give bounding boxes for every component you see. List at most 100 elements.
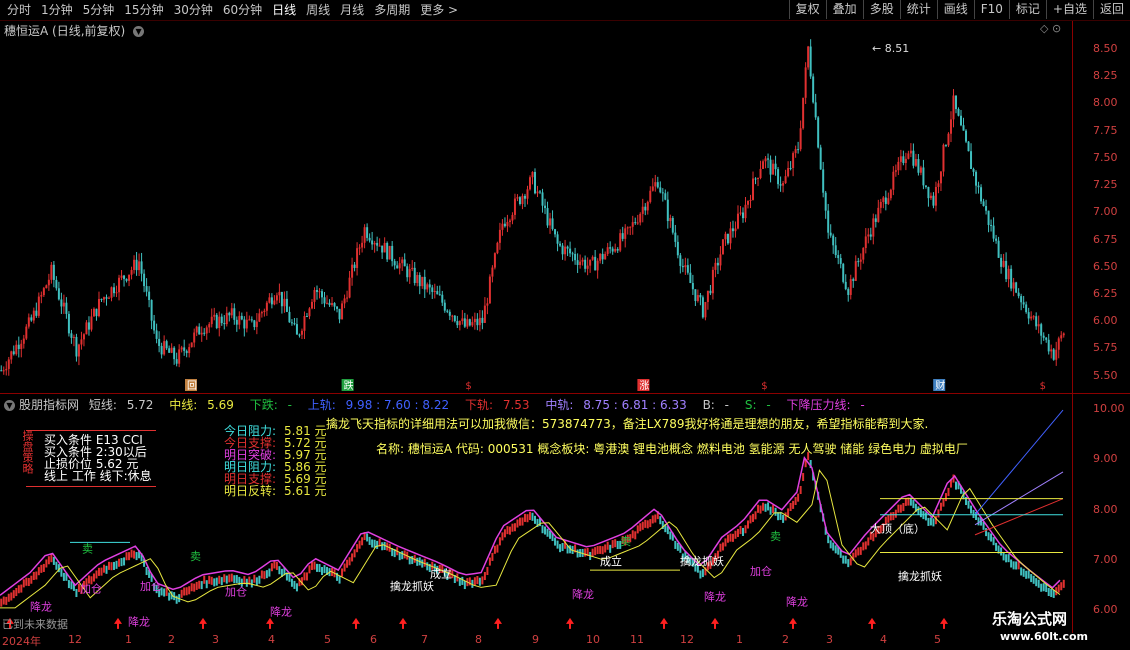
- candle-body: [721, 239, 724, 255]
- period-tab[interactable]: 多周期: [369, 2, 415, 18]
- candle-body: [386, 242, 389, 260]
- candle-body: [115, 292, 118, 294]
- toolbar-button[interactable]: 多股: [862, 0, 900, 19]
- axis-divider: [1072, 21, 1073, 633]
- indicator-tick: 8.00: [1093, 502, 1118, 516]
- candle-body: [912, 150, 915, 166]
- candle-body: [982, 201, 985, 207]
- candle-body: [929, 195, 932, 199]
- candle-body: [1000, 257, 1003, 267]
- candle-body: [917, 159, 920, 173]
- candle-body: [138, 261, 141, 271]
- price-chart[interactable]: ← 8.51← 5.12回跌$涨$财$: [0, 36, 1072, 392]
- indicator-annotation: 加仓: [750, 564, 772, 578]
- candle-body: [268, 297, 271, 303]
- signal-label: 跌: [344, 379, 354, 392]
- candle-body: [108, 297, 111, 299]
- candle-body: [130, 269, 133, 275]
- period-tab[interactable]: 5分钟: [78, 2, 120, 18]
- chart-options-icons[interactable]: ◇ ⊙: [1040, 22, 1061, 35]
- candle-body: [318, 291, 321, 293]
- candle-body: [1042, 335, 1045, 338]
- candle-body: [764, 158, 767, 162]
- candle-body: [546, 208, 549, 226]
- candle-body: [310, 301, 313, 309]
- toolbar-button[interactable]: 复权: [788, 0, 826, 19]
- candle-body: [27, 317, 30, 327]
- price-tick: 6.50: [1093, 259, 1118, 273]
- indicator-annotation: 降龙: [128, 614, 150, 628]
- candle-body: [884, 197, 887, 204]
- candle-body: [300, 330, 303, 335]
- candle-body: [544, 205, 547, 209]
- candle-body: [516, 197, 519, 199]
- signal-marker: 回: [185, 379, 197, 392]
- period-tab[interactable]: 分时: [2, 2, 36, 18]
- period-tab[interactable]: 日线: [267, 2, 301, 18]
- candle-body: [992, 225, 995, 239]
- candle-body: [471, 322, 474, 326]
- candle-body: [406, 266, 409, 278]
- candle-body: [1007, 268, 1010, 280]
- candle-body: [1022, 302, 1025, 305]
- candle-body: [273, 300, 276, 305]
- signal-marker: $: [465, 381, 471, 392]
- candle-body: [315, 290, 318, 292]
- toolbar-button[interactable]: 画线: [936, 0, 974, 19]
- candle-body: [726, 233, 729, 244]
- candle-body: [60, 299, 63, 307]
- candle-body: [706, 290, 709, 303]
- candle-body: [5, 368, 8, 371]
- candle-body: [528, 177, 531, 190]
- candle-body: [506, 221, 509, 227]
- toolbar-button[interactable]: +自选: [1045, 0, 1093, 19]
- period-tab[interactable]: 15分钟: [119, 2, 168, 18]
- candle-body: [30, 317, 33, 321]
- period-tab[interactable]: 60分钟: [218, 2, 267, 18]
- candle-body: [872, 218, 875, 237]
- candle-body: [659, 187, 662, 193]
- toolbar-button[interactable]: 统计: [899, 0, 937, 19]
- indicator-tick: 9.00: [1093, 452, 1118, 466]
- price-axis: 8.50 8.25 8.00 7.75 7.50 7.25 7.00 6.75 6.50 6.25…: [1075, 36, 1130, 392]
- candle-body: [539, 191, 542, 193]
- candle-body: [987, 210, 990, 225]
- candle-body: [704, 302, 707, 318]
- toolbar-button[interactable]: 标记: [1008, 0, 1046, 19]
- date-tick: 1: [125, 633, 132, 646]
- toolbar-button[interactable]: 返回: [1092, 0, 1130, 19]
- candle-body: [148, 291, 151, 301]
- period-tab[interactable]: 1分钟: [36, 2, 78, 18]
- period-tab[interactable]: 周线: [301, 2, 335, 18]
- indicator-chart[interactable]: 降龙降龙降龙降龙 降龙降龙加仓 加仓 加仓加仓擒龙抓妖擒龙抓妖擒龙抓妖成立成立大顶（底…: [0, 394, 1072, 633]
- candle-body: [47, 279, 50, 286]
- candle-body: [278, 291, 281, 296]
- candle-body: [441, 294, 444, 303]
- price-tick: 6.25: [1093, 287, 1118, 301]
- candle-body: [0, 370, 3, 372]
- candle-body: [666, 199, 669, 222]
- indicator-annotation: 降龙: [704, 589, 726, 603]
- candle-body: [782, 183, 785, 186]
- toolbar-button[interactable]: F10: [973, 0, 1009, 19]
- candle-body: [193, 332, 196, 343]
- candle-body: [361, 242, 364, 248]
- period-tab[interactable]: 月线: [335, 2, 369, 18]
- candle-body: [631, 222, 634, 227]
- period-tab[interactable]: 更多 >: [415, 2, 463, 18]
- legend-side-title: 操盘策略: [21, 430, 34, 474]
- toolbar-button[interactable]: 叠加: [825, 0, 863, 19]
- candle-body: [190, 342, 193, 348]
- candle-body: [616, 249, 619, 251]
- candle-body: [418, 275, 421, 287]
- period-tab[interactable]: 30分钟: [169, 2, 218, 18]
- buy-arrow-icon: [660, 617, 668, 629]
- price-tick: 5.50: [1093, 368, 1118, 382]
- date-tick: 2024年: [2, 635, 41, 648]
- candle-body: [924, 185, 927, 187]
- candle-body: [967, 141, 970, 152]
- candle-body: [133, 259, 136, 270]
- candle-body: [326, 302, 329, 304]
- price-tick: 5.75: [1093, 341, 1118, 355]
- candle-body: [676, 241, 679, 256]
